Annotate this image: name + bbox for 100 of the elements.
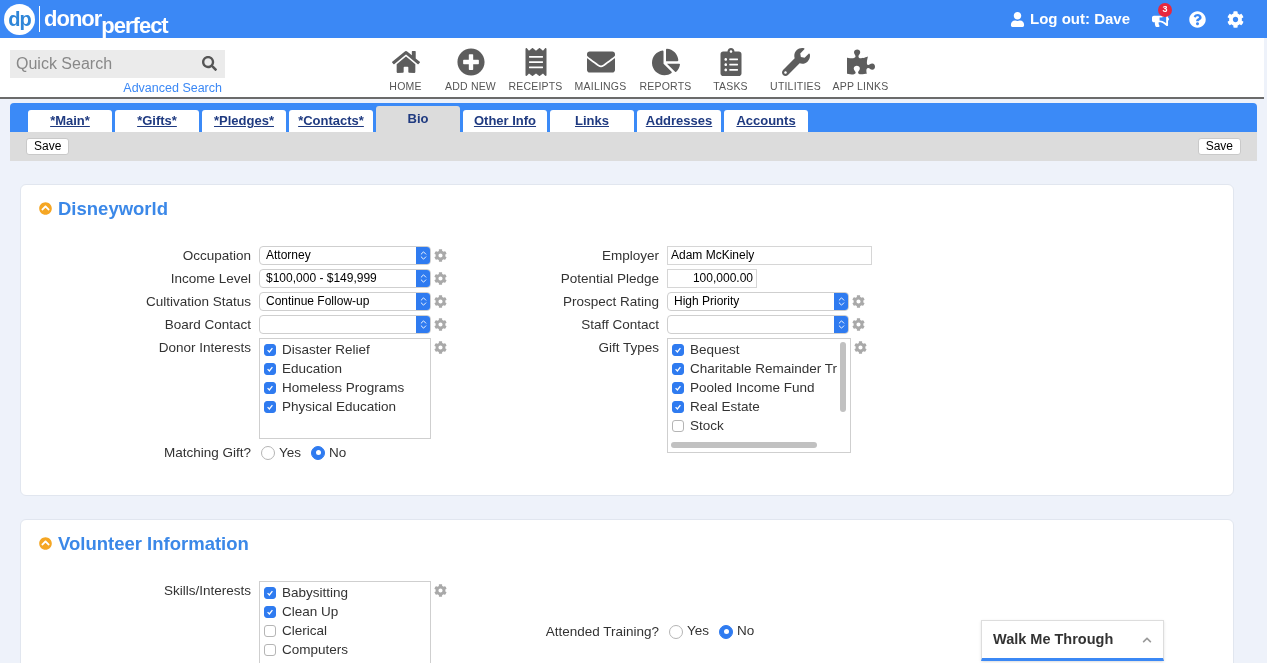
settings-icon[interactable]: [434, 340, 447, 354]
checkbox-label: Disaster Relief: [282, 341, 370, 360]
nav-item[interactable]: MAILINGS: [568, 48, 633, 97]
checkbox[interactable]: [672, 420, 684, 433]
tab[interactable]: *Pledges*: [202, 110, 286, 132]
settings-icon[interactable]: [434, 294, 447, 308]
settings-icon[interactable]: [434, 271, 447, 285]
radio-button[interactable]: [261, 445, 275, 460]
field-label: Donor Interests: [157, 338, 252, 357]
vertical-scrollbar[interactable]: [840, 341, 846, 412]
checkbox[interactable]: [264, 401, 276, 414]
help-icon[interactable]: [1189, 10, 1206, 28]
tab[interactable]: Links: [550, 110, 634, 132]
tab[interactable]: *Gifts*: [115, 110, 199, 132]
checkmark-icon: [266, 384, 274, 393]
checkbox[interactable]: [672, 382, 684, 395]
settings-icon[interactable]: [434, 317, 447, 331]
checkbox[interactable]: [672, 401, 684, 414]
nav-item[interactable]: REPORTS: [633, 48, 698, 97]
walkthrough-title: Walk Me Through: [993, 629, 1114, 649]
checkmark-icon: [674, 365, 682, 374]
radio-button[interactable]: [719, 624, 734, 639]
dropdown[interactable]: [667, 314, 849, 334]
checkbox[interactable]: [264, 344, 276, 357]
pie-chart-icon: [651, 48, 680, 76]
radio-label: No: [329, 443, 347, 462]
wrench-icon: [781, 48, 810, 76]
checkbox[interactable]: [264, 382, 276, 395]
collapse-icon[interactable]: [39, 537, 52, 551]
field-label: Board Contact: [163, 315, 252, 334]
text-field[interactable]: 100,000.00: [667, 268, 757, 288]
nav-item[interactable]: HOME: [373, 48, 438, 97]
checkbox[interactable]: [672, 344, 684, 357]
dropdown[interactable]: $100,000 - $149,999: [259, 268, 431, 288]
nav-item[interactable]: APP LINKS: [828, 48, 893, 97]
checkbox-label: Clean Up: [282, 602, 339, 621]
nav-item[interactable]: ADD NEW: [438, 48, 503, 97]
settings-icon[interactable]: [852, 294, 865, 308]
save-button[interactable]: Save: [26, 138, 70, 155]
checkbox[interactable]: [264, 644, 276, 656]
collapse-icon[interactable]: [39, 202, 52, 216]
field-label: Occupation: [181, 246, 252, 265]
checkbox-label: Homeless Programs: [282, 379, 405, 398]
field-label: Cultivation Status: [144, 292, 252, 311]
checkmark-icon: [674, 346, 682, 355]
settings-icon[interactable]: [1227, 10, 1244, 28]
dropdown[interactable]: High Priority: [667, 291, 849, 311]
checkbox-label: Real Estate: [690, 398, 760, 417]
checkbox[interactable]: [672, 363, 684, 376]
field-label: Income Level: [169, 269, 252, 288]
field-label: Staff Contact: [580, 315, 660, 334]
checkbox-label: Bequest: [690, 341, 740, 360]
text-field[interactable]: Adam McKinely: [667, 245, 872, 265]
dropdown[interactable]: Attorney: [259, 245, 431, 265]
nav-item[interactable]: TASKS: [698, 48, 763, 97]
save-button[interactable]: Save: [1197, 138, 1241, 155]
checkbox[interactable]: [264, 625, 276, 637]
tab[interactable]: Bio: [376, 106, 460, 132]
nav-item[interactable]: UTILITIES: [763, 48, 828, 97]
walkthrough-panel[interactable]: Walk Me Through: [981, 620, 1164, 661]
tab[interactable]: *Contacts*: [289, 110, 373, 132]
checkmark-icon: [674, 403, 682, 412]
settings-icon[interactable]: [434, 583, 447, 597]
user-icon: [1010, 11, 1025, 27]
checkmark-icon: [266, 403, 274, 412]
checkbox-label: Computers: [282, 640, 349, 659]
tab[interactable]: Other Info: [463, 110, 547, 132]
checkbox-label: Pooled Income Fund: [690, 379, 815, 398]
section-title: Volunteer Information: [58, 531, 249, 556]
settings-icon[interactable]: [434, 248, 447, 262]
radio-label: Yes: [687, 622, 710, 641]
radio-button[interactable]: [311, 445, 326, 460]
checkmark-icon: [266, 608, 274, 616]
checkbox[interactable]: [264, 363, 276, 376]
field-label: Gift Types: [597, 338, 660, 357]
field-label: Matching Gift?: [162, 443, 252, 462]
nav-item[interactable]: RECEIPTS: [503, 48, 568, 97]
checkmark-icon: [266, 346, 274, 355]
dropdown[interactable]: Continue Follow-up: [259, 291, 431, 311]
logo-word: perfect: [101, 13, 168, 40]
checkbox-label: Physical Education: [282, 398, 397, 417]
settings-icon[interactable]: [854, 340, 867, 354]
checkmark-icon: [266, 589, 274, 597]
settings-icon[interactable]: [852, 317, 865, 331]
field-label: Attended Training?: [544, 622, 660, 641]
notification-badge: 3: [1158, 2, 1172, 17]
radio-label: Yes: [279, 443, 302, 462]
search-field[interactable]: Quick Search: [10, 50, 225, 78]
advanced-search-link[interactable]: Advanced Search: [123, 79, 222, 98]
dropdown[interactable]: [259, 314, 431, 334]
tab[interactable]: *Main*: [28, 110, 112, 132]
section-title: Disneyworld: [58, 197, 168, 221]
radio-button[interactable]: [669, 624, 683, 639]
tab[interactable]: Accounts: [724, 110, 808, 132]
search-icon[interactable]: [202, 56, 217, 71]
horizontal-scrollbar[interactable]: [671, 441, 817, 448]
checkmark-icon: [266, 365, 274, 374]
tab[interactable]: Addresses: [637, 110, 721, 132]
checkbox[interactable]: [264, 587, 276, 599]
checkbox[interactable]: [264, 606, 276, 618]
